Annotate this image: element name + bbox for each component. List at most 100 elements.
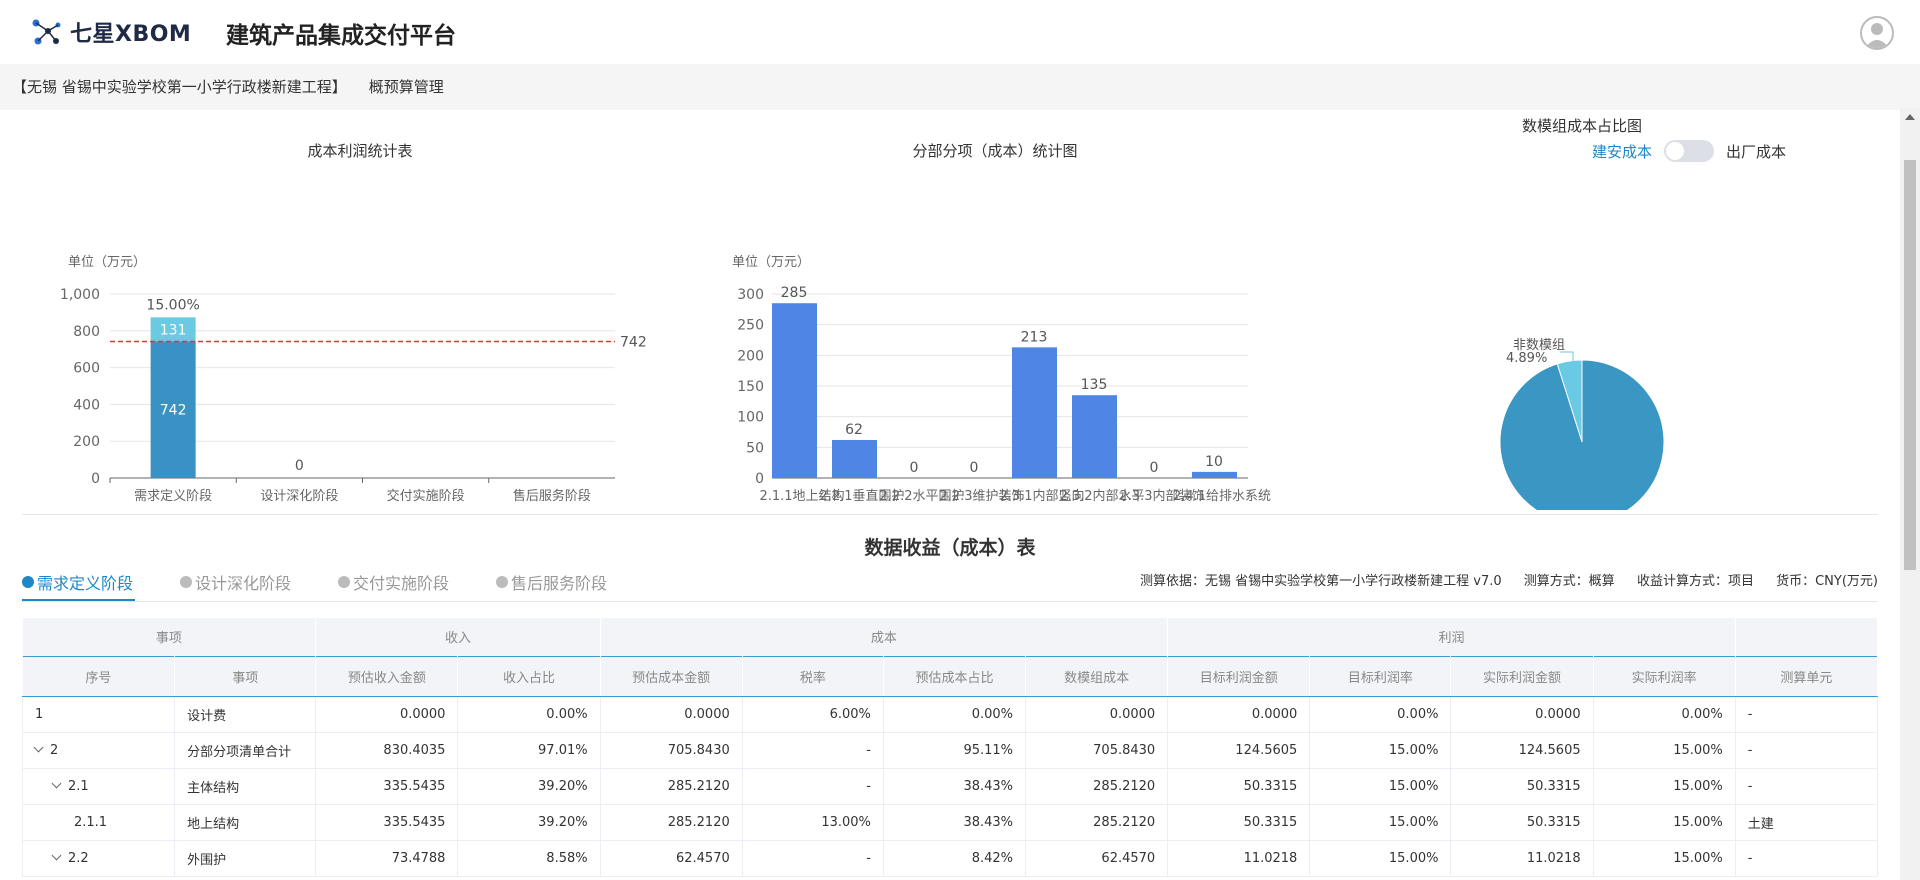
table-cell: 0.00%: [883, 696, 1027, 733]
group-header: [1735, 618, 1879, 656]
revenue-cost-table: 事项 收入 成本 利润 序号 事项 预估收入金额 收入占比 预估成本金额 税率 预估成本占比…: [21, 618, 1879, 877]
profit-value-label: 131: [160, 322, 187, 338]
money-bag-icon: [496, 576, 508, 588]
row-number-cell: 2.1.1: [21, 804, 176, 841]
toggle-right-label[interactable]: 出厂成本: [1726, 141, 1786, 162]
table-cell: -: [1735, 768, 1879, 805]
table-cell: 8.42%: [883, 840, 1027, 877]
tab-delivery-implementation[interactable]: 交付实施阶段: [338, 570, 449, 594]
table-cell: -: [1735, 696, 1879, 733]
table-cell: 285.2120: [1025, 804, 1169, 841]
platform-title: 建筑产品集成交付平台: [226, 23, 456, 49]
calculation-meta: 测算依据：无锡 省锡中实验学校第一小学行政楼新建工程 v7.0 测算方式：概算 …: [1122, 570, 1878, 589]
table-cell: 15.00%: [1593, 804, 1736, 841]
bar-value-label: 213: [1021, 329, 1048, 345]
y-tick-label: 0: [755, 471, 764, 487]
tab-label: 售后服务阶段: [511, 574, 608, 593]
y-tick-label: 1,000: [60, 287, 100, 303]
column-header: 数模组成本: [1025, 655, 1169, 697]
stage-tabs: 需求定义阶段 设计深化阶段 交付实施阶段 售后服务阶段 测算依据：无锡 省锡中实…: [22, 566, 1878, 602]
table-cell: -: [742, 840, 884, 877]
cost-type-toggle[interactable]: 建安成本 出厂成本: [1592, 140, 1786, 162]
expand-caret-icon[interactable]: [51, 778, 62, 788]
table-row[interactable]: 2.1.1 地上结构 335.5435 39.20% 285.2120 13.00% 38.…: [21, 804, 1879, 841]
table-cell: 39.20%: [457, 768, 601, 805]
cost-bar: [1012, 347, 1057, 478]
table-cell: 39.20%: [457, 804, 601, 841]
cost-bar: [832, 439, 877, 478]
table-cell: 15.00%: [1309, 840, 1452, 877]
vertical-scrollbar[interactable]: [1900, 108, 1920, 880]
table-cell: 6.00%: [742, 696, 884, 733]
scrollbar-thumb[interactable]: [1904, 160, 1916, 570]
section-title: 数据收益（成本）表: [864, 537, 1036, 559]
table-row[interactable]: 2.2 外围护 73.4788 8.58% 62.4570-8.42% 62.4570 11…: [21, 840, 1879, 877]
y-tick-label: 200: [73, 434, 100, 450]
table-cell: 0.0000: [1450, 696, 1594, 733]
tab-design-deepening[interactable]: 设计深化阶段: [180, 570, 291, 594]
column-header: 序号: [22, 655, 176, 697]
tab-after-sales[interactable]: 售后服务阶段: [496, 570, 607, 594]
table-cell: -: [742, 732, 884, 769]
table-cell: 设计费: [174, 696, 317, 733]
toggle-left-label[interactable]: 建安成本: [1592, 141, 1652, 162]
profit-percent-label: 15.00%: [146, 297, 199, 313]
table-cell: 0.0000: [1025, 696, 1169, 733]
cost-bar: [772, 303, 817, 478]
row-number-cell[interactable]: 2.1: [21, 768, 176, 805]
bar-value-label: 0: [1150, 460, 1159, 476]
table-cell: 15.00%: [1309, 804, 1452, 841]
table-cell: -: [1735, 840, 1879, 877]
table-cell: 73.4788: [315, 840, 459, 877]
pie-slice: [1499, 359, 1665, 510]
x-tick-label: 设计深化阶段: [260, 489, 338, 504]
table-cell: 124.5605: [1167, 732, 1311, 769]
toggle-switch[interactable]: [1664, 140, 1715, 162]
row-number-cell: 1: [21, 696, 176, 733]
table-cell: 95.11%: [883, 732, 1027, 769]
current-cost-value-label: 0: [295, 458, 304, 474]
column-header: 税率: [742, 655, 884, 697]
row-number: 2.2: [68, 850, 89, 866]
table-row[interactable]: 1 设计费 0.0000 0.00% 0.0000 6.00% 0.00% 0.0000 0.0…: [21, 696, 1879, 733]
expand-caret-icon[interactable]: [33, 742, 44, 752]
row-number-cell[interactable]: 2: [21, 732, 176, 769]
breadcrumb-project[interactable]: 【无锡 省锡中实验学校第一小学行政楼新建工程】: [12, 76, 347, 97]
table-cell: 62.4570: [1025, 840, 1169, 877]
table-cell: 50.3315: [1450, 768, 1594, 805]
table-cell: 62.4570: [600, 840, 743, 877]
table-row[interactable]: 2.1 主体结构 335.5435 39.20% 285.2120-38.43% 285.…: [21, 768, 1879, 805]
current-cost-value-label: 742: [160, 403, 187, 419]
group-header: 收入: [315, 618, 601, 656]
group-header: 事项: [22, 618, 317, 656]
table-cell: 15.00%: [1593, 840, 1736, 877]
column-header: 收入占比: [457, 655, 601, 697]
bar-value-label: 62: [845, 422, 863, 438]
table-cell: 11.0218: [1167, 840, 1311, 877]
money-bag-icon: [180, 576, 192, 588]
logo-icon: [32, 19, 61, 45]
table-row[interactable]: 2 分部分项清单合计 830.4035 97.01% 705.8430-95.11% 70…: [21, 732, 1879, 769]
breadcrumb-page[interactable]: 概预算管理: [369, 76, 444, 97]
column-header: 目标利润率: [1309, 655, 1452, 697]
table-cell: 38.43%: [883, 804, 1027, 841]
tab-requirement-definition[interactable]: 需求定义阶段: [22, 570, 133, 594]
table-cell: 335.5435: [315, 768, 459, 805]
column-header: 预估成本占比: [883, 655, 1027, 697]
x-tick-label: 需求定义阶段: [134, 489, 212, 504]
scroll-up-icon[interactable]: [1905, 114, 1915, 120]
y-tick-label: 300: [737, 287, 764, 303]
x-tick-label: 交付实施阶段: [387, 488, 465, 504]
table-cell: 土建: [1735, 804, 1879, 841]
table-cell: 705.8430: [1025, 732, 1169, 769]
table-cell: 97.01%: [457, 732, 601, 769]
table-cell: 8.58%: [457, 840, 601, 877]
table-cell: 分部分项清单合计: [174, 732, 317, 769]
row-number-cell[interactable]: 2.2: [21, 840, 176, 877]
expand-caret-icon[interactable]: [51, 850, 62, 860]
logo[interactable]: 七星XBOM: [30, 16, 191, 48]
meta-calc: 收益计算方式：项目: [1636, 574, 1754, 589]
table-cell: 285.2120: [600, 768, 743, 805]
user-avatar-icon[interactable]: [1860, 16, 1894, 50]
table-cell: 50.3315: [1167, 804, 1311, 841]
